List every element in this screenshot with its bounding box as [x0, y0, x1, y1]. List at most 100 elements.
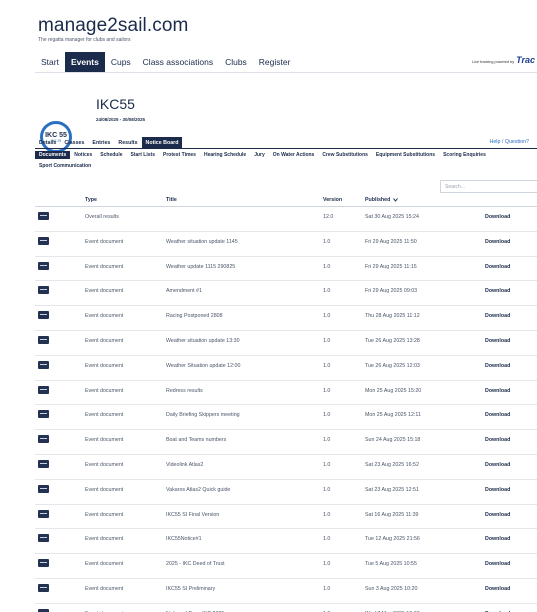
tracking-logo[interactable]: Trac [516, 55, 535, 65]
row-published: Thu 28 Aug 2025 11:12 [365, 313, 420, 320]
subnav-item-details[interactable]: Details [35, 137, 60, 148]
download-link[interactable]: Download [485, 512, 510, 519]
brand[interactable]: manage2sail.com The regatta manager for … [38, 16, 188, 44]
row-published: Sat 23 Aug 2025 16:52 [365, 461, 419, 468]
nav-item-class-associations[interactable]: Class associations [137, 52, 219, 72]
pdf-file-icon[interactable] [38, 484, 49, 493]
pdf-file-icon[interactable] [38, 559, 49, 568]
download-link[interactable]: Download [485, 288, 510, 295]
row-version: 1.0 [323, 288, 331, 295]
row-title: IKC55Notice#1 [166, 536, 202, 543]
table-row: Event document Racing Postponed 2808 1.0 Th… [35, 306, 537, 331]
tab-sport-communication[interactable]: Sport Communication [35, 162, 95, 170]
subnav-item-classes[interactable]: Classes [60, 137, 88, 148]
col-header-type[interactable]: Type [85, 197, 97, 203]
row-type: Event document [85, 511, 124, 518]
row-title: IKC55 SI Preliminary [166, 585, 216, 592]
subnav-item-notice-board[interactable]: Notice Board [141, 137, 183, 148]
tab-jury[interactable]: Jury [250, 151, 269, 159]
download-link[interactable]: Download [485, 437, 510, 444]
table-row: Event document Videolink Atlas2 1.0 Sat 23 … [35, 455, 537, 480]
col-header-version[interactable]: Version [323, 197, 342, 203]
site-logo-title[interactable]: manage2sail.com [38, 16, 188, 36]
nav-item-events[interactable]: Events [64, 52, 105, 72]
pdf-file-icon[interactable] [38, 311, 49, 320]
row-version: 1.0 [323, 263, 331, 270]
download-link[interactable]: Download [485, 239, 510, 246]
row-published: Tue 26 Aug 2025 13:28 [365, 337, 420, 344]
row-version: 1.0 [323, 536, 331, 543]
pdf-file-icon[interactable] [38, 534, 49, 543]
tab-equipment-substitutions[interactable]: Equipment Substitutions [372, 151, 439, 159]
tab-schedule[interactable]: Schedule [96, 151, 126, 159]
subnav-item-results[interactable]: Results [114, 137, 141, 148]
download-link[interactable]: Download [485, 338, 510, 345]
row-version: 1.0 [323, 461, 331, 468]
row-title: 2025 - IKC Deed of Trust [166, 561, 225, 568]
subnav-item-entries[interactable]: Entries [88, 137, 114, 148]
col-header-title[interactable]: Title [166, 197, 177, 203]
nav-item-cups[interactable]: Cups [105, 52, 137, 72]
tab-scoring-enquiries[interactable]: Scoring Enquiries [439, 151, 490, 159]
download-link[interactable]: Download [485, 561, 510, 568]
pdf-file-icon[interactable] [38, 360, 49, 369]
row-published: Sun 24 Aug 2025 15:18 [365, 437, 421, 444]
help-question-link[interactable]: Help / Question? [490, 139, 529, 145]
pdf-file-icon[interactable] [38, 236, 49, 245]
tab-hearing-schedule[interactable]: Hearing Schedule [200, 151, 250, 159]
nav-item-clubs[interactable]: Clubs [219, 52, 253, 72]
tab-notices[interactable]: Notices [70, 151, 96, 159]
download-link[interactable]: Download [485, 462, 510, 469]
tab-protest-times[interactable]: Protest Times [159, 151, 200, 159]
row-type: Event document [85, 337, 124, 344]
pdf-file-icon[interactable] [38, 459, 49, 468]
row-type: Event document [85, 387, 124, 394]
row-title: Redress results [166, 387, 203, 394]
live-tracking-banner[interactable]: Live tracking powered by Trac [472, 55, 535, 65]
tracking-text: Live tracking powered by [472, 60, 515, 64]
tab-documents[interactable]: Documents [35, 151, 71, 159]
row-version: 1.0 [323, 412, 331, 419]
row-title: IKC55 SI Final Version [166, 511, 220, 518]
download-link[interactable]: Download [485, 313, 510, 320]
download-link[interactable]: Download [485, 536, 510, 543]
pdf-file-icon[interactable] [38, 385, 49, 394]
pdf-file-icon[interactable] [38, 509, 49, 518]
nav-item-start[interactable]: Start [35, 52, 65, 72]
tab-on-water-actions[interactable]: On Water Actions [269, 151, 319, 159]
tab-crew-substitutions[interactable]: Crew Substitutions [318, 151, 372, 159]
pdf-file-icon[interactable] [38, 583, 49, 592]
pdf-file-icon[interactable] [38, 435, 49, 444]
subnav-divider [35, 148, 537, 149]
download-link[interactable]: Download [485, 264, 510, 271]
nav-item-register[interactable]: Register [253, 52, 297, 72]
download-link[interactable]: Download [485, 214, 510, 221]
tab-start-lists[interactable]: Start Lists [127, 151, 159, 159]
pdf-file-icon[interactable] [38, 212, 49, 220]
download-link[interactable]: Download [485, 363, 510, 370]
row-type: Event document [85, 362, 124, 369]
table-row: Overall results 12.0 Sat 30 Aug 2025 15:24… [35, 207, 537, 232]
row-published: Sat 16 Aug 2025 11:39 [365, 511, 419, 518]
pdf-file-icon[interactable] [38, 335, 49, 344]
pdf-file-icon[interactable] [38, 261, 49, 270]
download-link[interactable]: Download [485, 388, 510, 395]
documents-table-body: Overall results 12.0 Sat 30 Aug 2025 15:24… [35, 207, 537, 612]
table-row: Event document IKC55 SI Preliminary 1.0 Sun… [35, 579, 537, 604]
row-version: 1.0 [323, 337, 331, 344]
row-published: Mon 25 Aug 2025 15:20 [365, 387, 422, 394]
row-published: Fri 29 Aug 2025 11:15 [365, 263, 417, 270]
download-link[interactable]: Download [485, 487, 510, 494]
download-link[interactable]: Download [485, 412, 510, 419]
row-title: Amendment #1 [166, 288, 202, 295]
row-version: 1.0 [323, 585, 331, 592]
row-type: Event document [85, 288, 124, 295]
search-input[interactable] [440, 180, 537, 193]
col-header-published[interactable]: Published [365, 197, 398, 203]
row-published: Fri 29 Aug 2025 11:50 [365, 238, 417, 245]
pdf-file-icon[interactable] [38, 286, 49, 295]
download-link[interactable]: Download [485, 586, 510, 593]
pdf-file-icon[interactable] [38, 410, 49, 419]
row-title: Racing Postponed 2808 [166, 313, 223, 320]
table-row: Event document Daily Briefing Skippers me… [35, 405, 537, 431]
